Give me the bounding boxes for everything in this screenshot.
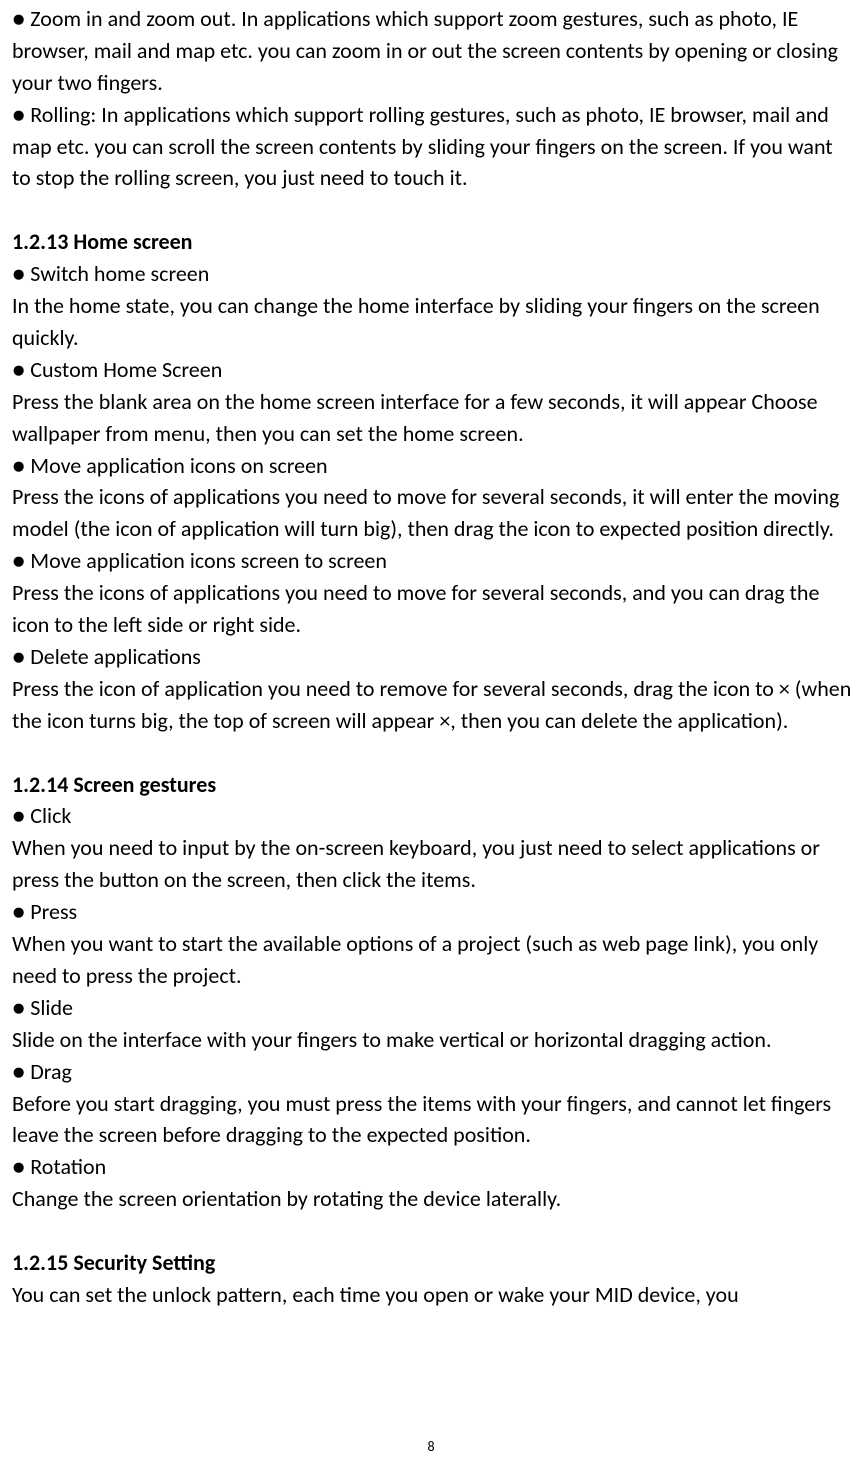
move-s2s-body: Press the icons of applications you need…	[12, 577, 852, 641]
heading-screen-gestures: 1.2.14 Screen gestures	[12, 769, 852, 801]
press-body: When you want to start the available opt…	[12, 928, 852, 992]
custom-home-body: Press the blank area on the home screen …	[12, 386, 852, 450]
page-number: 8	[427, 1437, 434, 1457]
heading-security-setting: 1.2.15 Security Setting	[12, 1247, 852, 1279]
zoom-paragraph: ● Zoom in and zoom out. In applications …	[12, 3, 852, 99]
move-on-body: Press the icons of applications you need…	[12, 481, 852, 545]
slide-title: ● Slide	[12, 992, 852, 1024]
switch-home-title: ● Switch home screen	[12, 258, 852, 290]
heading-home-screen: 1.2.13 Home screen	[12, 226, 852, 258]
rolling-paragraph: ● Rolling: In applications which support…	[12, 99, 852, 195]
delete-body: Press the icon of application you need t…	[12, 673, 852, 737]
rotation-title: ● Rotation	[12, 1151, 852, 1183]
delete-title: ● Delete applications	[12, 641, 852, 673]
move-s2s-title: ● Move application icons screen to scree…	[12, 545, 852, 577]
slide-body: Slide on the interface with your fingers…	[12, 1024, 852, 1056]
press-title: ● Press	[12, 896, 852, 928]
move-on-title: ● Move application icons on screen	[12, 450, 852, 482]
click-title: ● Click	[12, 800, 852, 832]
drag-title: ● Drag	[12, 1056, 852, 1088]
drag-body: Before you start dragging, you must pres…	[12, 1088, 852, 1152]
click-body: When you need to input by the on-screen …	[12, 832, 852, 896]
security-body: You can set the unlock pattern, each tim…	[12, 1279, 852, 1311]
rotation-body: Change the screen orientation by rotatin…	[12, 1183, 852, 1215]
switch-home-body: In the home state, you can change the ho…	[12, 290, 852, 354]
custom-home-title: ● Custom Home Screen	[12, 354, 852, 386]
